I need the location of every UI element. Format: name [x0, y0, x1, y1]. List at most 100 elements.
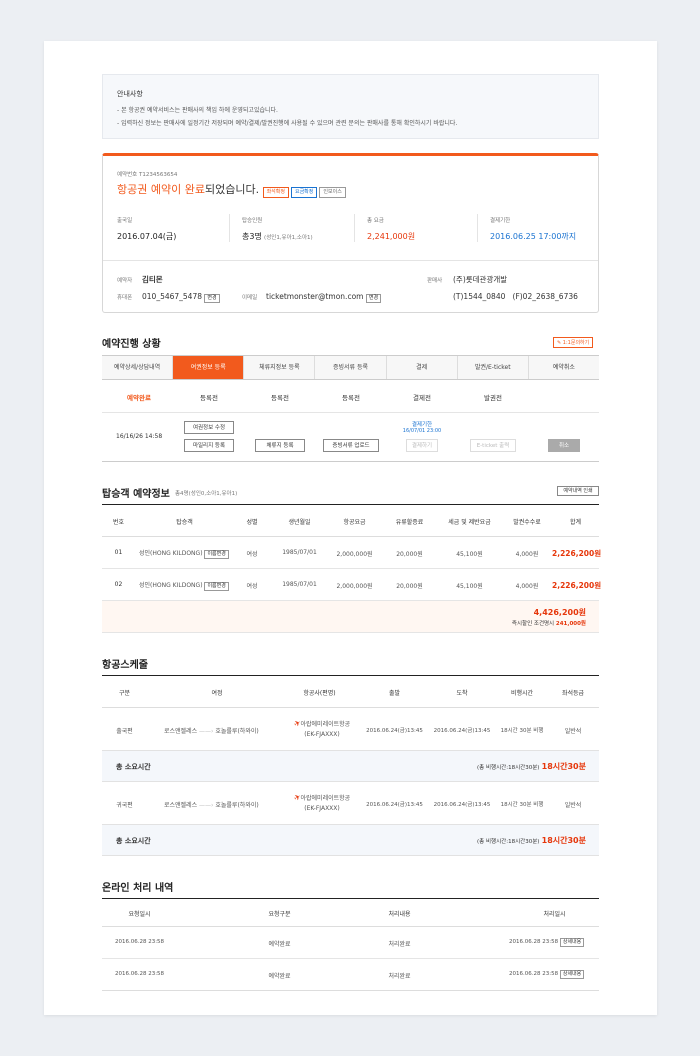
progress-title: 예약진행 상황 [102, 339, 161, 350]
cell-arr: 2016.06.24(금)13:45 [433, 728, 491, 734]
col-total: 합계 [569, 519, 582, 526]
booker-name: 김티몬 [142, 275, 163, 284]
passengers-table-header: 번호 탑승객 성별 생년월일 항공요금 유류할증료 세금 및 제반요금 발권수수… [102, 504, 599, 537]
step-detail[interactable]: 예약상세/상담내역 [102, 356, 174, 379]
arrow-right-icon: ——› [199, 728, 214, 735]
phone-label: 휴대폰 [117, 295, 133, 301]
cell-fare: 2,000,000원 [336, 583, 373, 590]
status-complete: 예약완료 [127, 394, 151, 402]
detail-button[interactable]: 상세내용 [559, 970, 585, 979]
cell-type: 예약완료 [268, 973, 291, 980]
col-request-type: 요청구분 [268, 911, 291, 918]
notice-line-1: - 본 항공권 예약서비스는 판매사의 책임 하에 운영되고있습니다. [117, 107, 278, 114]
col-fee: 발권수수료 [513, 519, 541, 526]
eticket-print-button[interactable]: E-ticket 출력 [470, 439, 516, 452]
col-class: 좌석등급 [561, 690, 585, 697]
col-arrival: 도착 [456, 690, 468, 697]
detail-button[interactable]: 상세내용 [559, 938, 585, 947]
cell-airline: ✈아랍에미레이트항공 [282, 792, 362, 803]
reservation-card: 예약번호 T1234563654 항공권 예약이 완료되었습니다. 좌석확정 요금… [102, 153, 599, 313]
passengers-title: 탑승객 예약정보 [102, 489, 170, 500]
passengers-subtitle: 총4명(성인0,소아1,유아1) [175, 491, 238, 497]
cell-name: 성인(HONG KILDONG) 이름변경 [139, 548, 229, 559]
passengers-detail: (성인1,유아1,소아1) [264, 235, 313, 241]
table-row: 2016.06.28 23:58 예약완료 처리완료 2016.06.28 23… [102, 959, 599, 991]
stay-register-button[interactable]: 체류지 등록 [255, 439, 305, 452]
tag-invoice[interactable]: 인보이스 [319, 187, 346, 198]
step-docs[interactable]: 증빙서류 등록 [315, 356, 387, 379]
reservation-number: 예약번호 T1234563654 [117, 172, 178, 178]
route-from: 로스앤젤레스 [164, 728, 198, 735]
step-payment[interactable]: 결제 [387, 356, 458, 379]
divider [229, 214, 230, 242]
phone-value: 010_5467_5478 [142, 292, 202, 301]
email-value: ticketmonster@tmon.com [266, 292, 364, 301]
progress-date: 16/16/26 14:58 [116, 433, 163, 440]
docs-upload-button[interactable]: 증빙서류 업로드 [323, 439, 379, 452]
cell-gender: 여성 [246, 583, 258, 590]
cell-class: 일반석 [564, 802, 582, 809]
passport-edit-button[interactable]: 여권정보 수정 [184, 421, 234, 434]
notice-box: 안내사항 - 본 항공권 예약서비스는 판매사의 책임 하에 운영되고있습니다.… [102, 74, 599, 139]
done-date: 2016.06.28 23:58 [509, 939, 559, 945]
rename-button[interactable]: 이름변경 [204, 550, 229, 559]
cell-tax: 45,100원 [456, 583, 483, 590]
step-cancel[interactable]: 예약취소 [529, 356, 599, 379]
total-time-detail: (총 비행시간:18시간30분) [477, 839, 540, 845]
total-time-value-row: (총 비행시간:18시간30분) 18시간30분 [477, 761, 586, 772]
rename-button[interactable]: 이름변경 [204, 582, 229, 591]
cell-route: 로스앤젤레스 ——› 호놀룰루(하와이) [164, 726, 259, 735]
airline-name: 아랍에미레이트항공 [300, 795, 351, 802]
email-row: ticketmonster@tmon.com 변경 [266, 292, 382, 303]
status-passport: 등록전 [200, 394, 218, 402]
col-done-date: 처리일시 [543, 911, 566, 918]
pencil-icon: ✎ [557, 340, 562, 346]
table-row: 01 성인(HONG KILDONG) 이름변경 여성 1985/07/01 2… [102, 537, 602, 569]
booker-label: 예약자 [117, 278, 133, 284]
cell-dep: 2016.06.24(금)13:45 [366, 802, 423, 808]
divider [102, 412, 599, 413]
step-stay[interactable]: 체류지정보 등록 [244, 356, 316, 379]
print-button[interactable]: 예약내역 인쇄 [557, 486, 599, 496]
cell-total: 2,226,200원 [552, 549, 602, 558]
col-passenger: 탑승객 [176, 519, 193, 526]
total-time-detail: (총 비행시간:18시간30분) [477, 765, 540, 771]
total-time-label: 총 소요시간 [116, 763, 151, 771]
reservation-headline: 항공권 예약이 완료되었습니다. 좌석확정 요금확정 인보이스 [117, 181, 348, 198]
grand-total-row: 4,426,200원 즉시할인 조건명시 241,000원 [102, 601, 599, 633]
schedule-table-header: 구분 여정 항공사(편명) 출발 도착 비행시간 좌석등급 [102, 675, 599, 708]
notice-line-2: - 입력하신 정보는 판매사에 일정기간 저장되며 예약/결제/발권진행에 사용… [117, 120, 458, 127]
inquiry-label: 1:1문의하기 [562, 340, 590, 346]
route-to: 호놀룰루(하와이) [215, 728, 259, 735]
schedule-row-return: 귀국편 로스앤젤레스 ——› 호놀룰루(하와이) ✈아랍에미레이트항공 (EK-… [102, 782, 599, 824]
status-eticket: 발권전 [484, 394, 502, 402]
pay-button[interactable]: 결제하기 [406, 439, 438, 452]
cancel-button[interactable]: 취소 [548, 439, 580, 452]
route-from: 로스앤젤레스 [164, 802, 198, 809]
done-date: 2016.06.28 23:58 [509, 971, 559, 977]
cell-fee: 4,000원 [515, 551, 539, 558]
cell-done: 2016.06.28 23:58 상세내용 [509, 938, 585, 947]
passenger-name: 성인(HONG KILDONG) [139, 550, 203, 557]
col-fare: 항공요금 [343, 519, 366, 526]
cell-req: 2016.06.28 23:58 [114, 971, 165, 977]
tag-seat-confirmed[interactable]: 좌석확정 [262, 187, 289, 198]
online-title: 온라인 처리 내역 [102, 883, 174, 894]
phone-change-button[interactable]: 변경 [204, 294, 220, 303]
cell-name: 성인(HONG KILDONG) 이름변경 [139, 580, 229, 591]
passengers-label: 탑승인원 [242, 218, 263, 224]
col-birth: 생년월일 [288, 519, 311, 526]
step-passport[interactable]: 여권정보 등록 [173, 356, 245, 379]
cell-fee: 4,000원 [515, 583, 539, 590]
headline-prefix: 항공권 [117, 183, 151, 196]
inquiry-button[interactable]: ✎ 1:1문의하기 [553, 337, 594, 348]
step-eticket[interactable]: 발권/E-ticket [458, 356, 529, 379]
grand-total: 4,426,200원 [533, 608, 586, 617]
tag-fare-confirmed[interactable]: 요금확정 [290, 187, 318, 198]
cell-airline: ✈아랍에미레이트항공 [282, 718, 362, 729]
mileage-register-button[interactable]: 마일리지 등록 [184, 439, 234, 452]
col-content: 처리내용 [388, 911, 411, 918]
email-change-button[interactable]: 변경 [365, 294, 382, 303]
status-docs: 등록전 [342, 394, 360, 402]
cell-type: 귀국편 [116, 802, 133, 809]
